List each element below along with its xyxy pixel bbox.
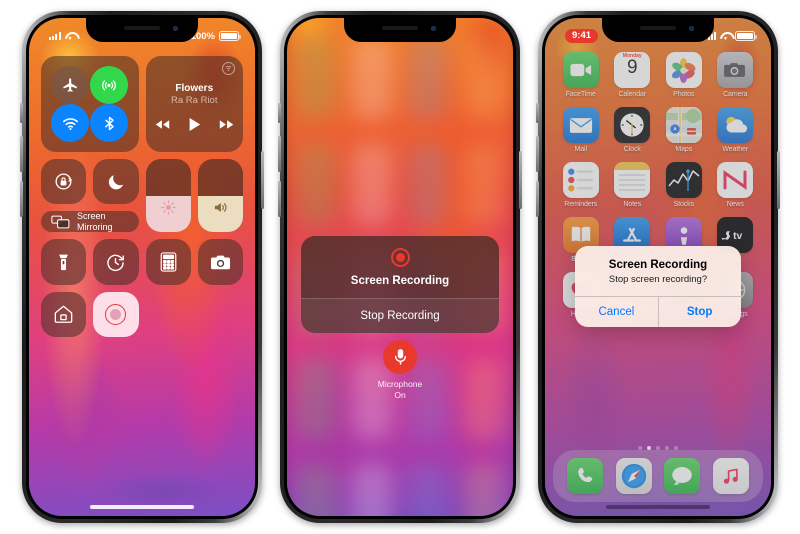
phone-bezel: 100% Flowers Ra Ra Riot Screen Mirroring bbox=[26, 15, 258, 519]
now-playing-module[interactable]: Flowers Ra Ra Riot bbox=[145, 56, 243, 152]
camera-icon bbox=[210, 255, 230, 269]
volume-fill bbox=[197, 195, 243, 233]
notch bbox=[86, 18, 198, 42]
status-left bbox=[49, 32, 76, 40]
mute-switch[interactable] bbox=[20, 103, 23, 123]
phone-bezel: 9:41 FaceTime Monday 9 Calendar Photos C… bbox=[542, 15, 774, 519]
alert-message: Stop screen recording? bbox=[608, 274, 708, 285]
battery-icon bbox=[735, 31, 757, 41]
do-not-disturb-toggle[interactable] bbox=[93, 159, 139, 205]
signal-bars-icon bbox=[49, 32, 61, 40]
volume-up-button[interactable] bbox=[278, 136, 281, 172]
screen-home: 9:41 FaceTime Monday 9 Calendar Photos C… bbox=[545, 18, 771, 516]
volume-up-button[interactable] bbox=[536, 136, 539, 172]
earpiece-speaker bbox=[124, 26, 160, 30]
cellular-data-icon[interactable] bbox=[90, 66, 129, 104]
connectivity-module[interactable] bbox=[41, 56, 139, 152]
earpiece-speaker bbox=[382, 26, 418, 30]
mute-switch[interactable] bbox=[278, 103, 281, 123]
screen-mirroring-icon bbox=[51, 215, 70, 229]
microphone-label-line1: Microphone bbox=[377, 379, 423, 389]
power-button[interactable] bbox=[777, 151, 780, 209]
screen-recording-button[interactable] bbox=[93, 291, 139, 337]
status-left: 9:41 bbox=[565, 28, 599, 44]
alert-stop-button[interactable]: Stop bbox=[658, 297, 741, 327]
rotation-lock-toggle[interactable] bbox=[41, 159, 87, 205]
screenshot-stage: 100% Flowers Ra Ra Riot Screen Mirroring… bbox=[0, 0, 800, 534]
timer-icon bbox=[107, 254, 125, 271]
brightness-slider[interactable] bbox=[145, 159, 191, 233]
volume-slider[interactable] bbox=[197, 159, 243, 233]
flashlight-icon bbox=[59, 254, 69, 270]
control-center-grid: Flowers Ra Ra Riot Screen Mirroring bbox=[41, 56, 243, 337]
notch bbox=[344, 18, 456, 42]
flashlight-toggle[interactable] bbox=[41, 239, 87, 285]
microphone-icon bbox=[383, 340, 417, 374]
play-icon[interactable] bbox=[188, 117, 201, 132]
battery-icon bbox=[219, 31, 241, 41]
alert-title: Screen Recording bbox=[608, 259, 708, 271]
home-app-icon bbox=[54, 305, 73, 324]
phone-stop-recording-sheet: Screen Recording Stop Recording Micropho… bbox=[278, 11, 522, 523]
wifi-icon bbox=[720, 32, 731, 40]
phone-bezel: Screen Recording Stop Recording Micropho… bbox=[284, 15, 516, 519]
home-app-button[interactable] bbox=[41, 291, 87, 337]
volume-down-button[interactable] bbox=[278, 181, 281, 217]
volume-up-button[interactable] bbox=[20, 136, 23, 172]
alert-body: Screen Recording Stop screen recording? bbox=[575, 246, 741, 296]
microphone-toggle[interactable]: Microphone On bbox=[287, 340, 513, 401]
earpiece-speaker bbox=[640, 26, 676, 30]
airplay-icon[interactable] bbox=[222, 62, 235, 75]
screen-recording-action-sheet: Screen Recording Stop Recording bbox=[301, 236, 499, 333]
recording-time-indicator[interactable]: 9:41 bbox=[565, 28, 599, 44]
notch bbox=[602, 18, 714, 42]
bluetooth-icon[interactable] bbox=[90, 104, 129, 142]
mute-switch[interactable] bbox=[536, 103, 539, 123]
power-button[interactable] bbox=[261, 151, 264, 209]
microphone-label-line2: On bbox=[394, 390, 406, 401]
power-button[interactable] bbox=[519, 151, 522, 209]
status-right: 100% bbox=[191, 31, 241, 42]
brightness-fill bbox=[145, 195, 191, 233]
rewind-icon[interactable] bbox=[155, 119, 170, 130]
stop-recording-alert: Screen Recording Stop screen recording? … bbox=[575, 246, 741, 327]
track-artist: Ra Ra Riot bbox=[171, 94, 218, 106]
microphone-label: Microphone On bbox=[287, 379, 513, 401]
track-title: Flowers bbox=[175, 82, 214, 94]
volume-icon bbox=[214, 202, 227, 212]
front-camera bbox=[173, 26, 178, 31]
wifi-icon bbox=[65, 32, 76, 40]
wifi-toggle-icon[interactable] bbox=[51, 104, 90, 142]
calculator-icon bbox=[160, 252, 176, 272]
home-indicator[interactable] bbox=[90, 505, 194, 509]
alert-actions: Cancel Stop bbox=[575, 296, 741, 327]
camera-button[interactable] bbox=[197, 239, 243, 285]
sheet-header: Screen Recording bbox=[301, 236, 499, 298]
home-indicator[interactable] bbox=[606, 505, 710, 509]
fast-forward-icon[interactable] bbox=[219, 119, 234, 130]
stop-recording-button[interactable]: Stop Recording bbox=[301, 298, 499, 333]
phone-home-screen-alert: 9:41 FaceTime Monday 9 Calendar Photos C… bbox=[536, 11, 780, 523]
alert-cancel-button[interactable]: Cancel bbox=[575, 297, 658, 327]
screen-mirroring-label: Screen Mirroring bbox=[77, 211, 113, 232]
brightness-icon bbox=[160, 199, 176, 215]
calculator-button[interactable] bbox=[145, 239, 191, 285]
screen-record-icon bbox=[105, 303, 127, 325]
front-camera bbox=[431, 26, 436, 31]
airplane-mode-icon[interactable] bbox=[51, 66, 90, 104]
screen-stop-recording: Screen Recording Stop Recording Micropho… bbox=[287, 18, 513, 516]
record-icon bbox=[390, 248, 410, 267]
media-controls bbox=[155, 117, 234, 132]
screen-control-center: 100% Flowers Ra Ra Riot Screen Mirroring bbox=[29, 18, 255, 516]
phone-control-center: 100% Flowers Ra Ra Riot Screen Mirroring bbox=[20, 11, 264, 523]
volume-down-button[interactable] bbox=[20, 181, 23, 217]
volume-down-button[interactable] bbox=[536, 181, 539, 217]
front-camera bbox=[689, 26, 694, 31]
timer-button[interactable] bbox=[93, 239, 139, 285]
screen-mirroring-button[interactable]: Screen Mirroring bbox=[41, 211, 139, 233]
sheet-title: Screen Recording bbox=[350, 275, 450, 287]
